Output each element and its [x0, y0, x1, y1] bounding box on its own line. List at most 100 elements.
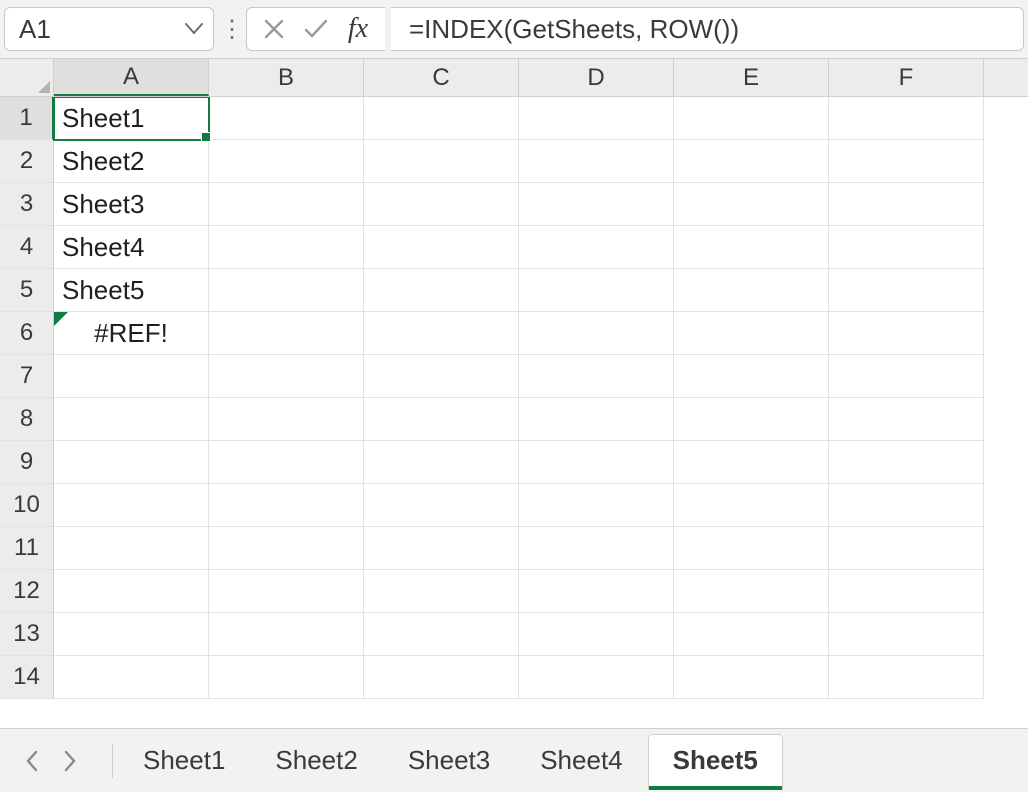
row-header[interactable]: 6 — [0, 312, 54, 355]
cell[interactable] — [519, 656, 674, 699]
row-header[interactable]: 13 — [0, 613, 54, 656]
cell[interactable] — [209, 183, 364, 226]
cell[interactable] — [364, 312, 519, 355]
formula-input[interactable]: =INDEX(GetSheets, ROW()) — [391, 7, 1024, 51]
cell[interactable] — [519, 613, 674, 656]
cell[interactable]: Sheet3 — [54, 183, 209, 226]
cell[interactable] — [674, 355, 829, 398]
row-header[interactable]: 8 — [0, 398, 54, 441]
column-header[interactable]: F — [829, 59, 984, 96]
chevron-down-icon[interactable] — [185, 23, 203, 35]
cell[interactable] — [364, 97, 519, 140]
cell[interactable] — [829, 97, 984, 140]
cell[interactable] — [829, 269, 984, 312]
cell[interactable] — [209, 570, 364, 613]
row-header[interactable]: 10 — [0, 484, 54, 527]
cell[interactable] — [674, 570, 829, 613]
cell[interactable] — [674, 226, 829, 269]
cell[interactable] — [674, 269, 829, 312]
cell[interactable] — [519, 226, 674, 269]
cell[interactable] — [54, 398, 209, 441]
cell[interactable] — [364, 613, 519, 656]
cell[interactable] — [829, 312, 984, 355]
cell[interactable]: Sheet4 — [54, 226, 209, 269]
column-header[interactable]: D — [519, 59, 674, 96]
cell[interactable] — [829, 484, 984, 527]
cell[interactable] — [364, 484, 519, 527]
cell[interactable] — [54, 527, 209, 570]
cell[interactable] — [674, 441, 829, 484]
cell[interactable] — [519, 97, 674, 140]
cell[interactable] — [364, 355, 519, 398]
row-header[interactable]: 14 — [0, 656, 54, 699]
cell[interactable]: Sheet5 — [54, 269, 209, 312]
cell[interactable] — [519, 183, 674, 226]
cell[interactable] — [364, 183, 519, 226]
cell[interactable] — [829, 355, 984, 398]
cell[interactable] — [674, 140, 829, 183]
cell[interactable] — [674, 656, 829, 699]
cell[interactable] — [364, 226, 519, 269]
sheet-tab[interactable]: Sheet3 — [384, 735, 514, 786]
cell[interactable] — [674, 398, 829, 441]
cell[interactable] — [674, 613, 829, 656]
cell[interactable] — [209, 312, 364, 355]
cell[interactable] — [829, 140, 984, 183]
row-header[interactable]: 7 — [0, 355, 54, 398]
cell[interactable] — [209, 398, 364, 441]
cell[interactable] — [519, 355, 674, 398]
row-header[interactable]: 11 — [0, 527, 54, 570]
cell[interactable] — [829, 183, 984, 226]
select-all-corner[interactable] — [0, 59, 54, 96]
cell[interactable] — [674, 484, 829, 527]
row-header[interactable]: 3 — [0, 183, 54, 226]
accept-button[interactable] — [295, 9, 337, 49]
cell[interactable] — [364, 140, 519, 183]
cell[interactable] — [209, 355, 364, 398]
cell[interactable]: #REF! — [54, 312, 209, 355]
cell[interactable] — [54, 570, 209, 613]
cell[interactable]: Sheet2 — [54, 140, 209, 183]
cell[interactable] — [519, 527, 674, 570]
row-header[interactable]: 5 — [0, 269, 54, 312]
cell[interactable] — [829, 527, 984, 570]
cell[interactable] — [54, 441, 209, 484]
cell[interactable] — [364, 441, 519, 484]
column-header[interactable]: C — [364, 59, 519, 96]
cell[interactable] — [519, 441, 674, 484]
row-header[interactable]: 1 — [0, 97, 54, 140]
vertical-dots-icon[interactable]: ⋮ — [220, 15, 240, 44]
cell[interactable] — [209, 226, 364, 269]
cell[interactable] — [519, 398, 674, 441]
row-header[interactable]: 9 — [0, 441, 54, 484]
cell[interactable]: Sheet1 — [54, 97, 209, 140]
column-header[interactable]: E — [674, 59, 829, 96]
cell[interactable] — [209, 527, 364, 570]
cell[interactable] — [829, 398, 984, 441]
name-box[interactable]: A1 — [4, 7, 214, 51]
cell[interactable] — [364, 269, 519, 312]
cell[interactable] — [519, 140, 674, 183]
cell[interactable] — [519, 312, 674, 355]
cell[interactable] — [209, 613, 364, 656]
cell[interactable] — [829, 613, 984, 656]
fx-button[interactable]: fx — [337, 9, 379, 49]
sheet-nav-prev-icon[interactable] — [24, 749, 40, 773]
row-header[interactable]: 2 — [0, 140, 54, 183]
row-header[interactable]: 4 — [0, 226, 54, 269]
cell[interactable] — [674, 183, 829, 226]
cell[interactable] — [209, 441, 364, 484]
cell[interactable] — [829, 226, 984, 269]
cell[interactable] — [209, 269, 364, 312]
cell[interactable] — [674, 312, 829, 355]
cell[interactable] — [519, 570, 674, 613]
cell[interactable] — [209, 140, 364, 183]
sheet-nav-next-icon[interactable] — [62, 749, 78, 773]
cell[interactable] — [829, 570, 984, 613]
cell[interactable] — [829, 656, 984, 699]
cell[interactable] — [54, 355, 209, 398]
sheet-tab[interactable]: Sheet5 — [649, 735, 782, 790]
column-header[interactable]: B — [209, 59, 364, 96]
cell[interactable] — [674, 97, 829, 140]
cell[interactable] — [674, 527, 829, 570]
